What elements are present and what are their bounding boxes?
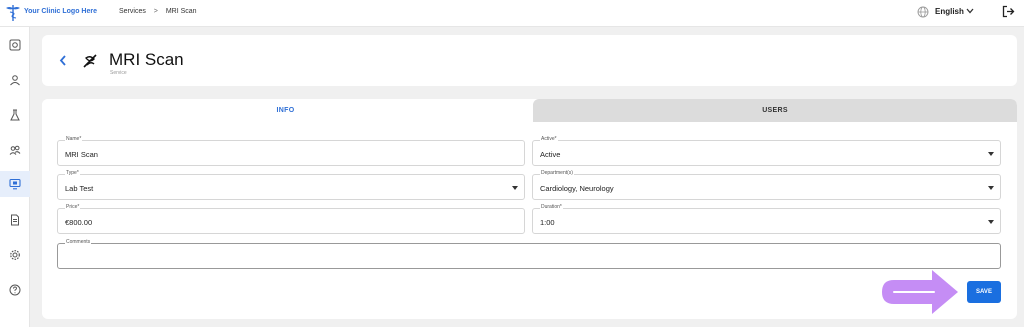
settings-icon — [10, 250, 20, 260]
sidebar — [0, 27, 30, 327]
dropdown-arrow-icon — [988, 220, 994, 224]
back-arrow-icon[interactable] — [59, 55, 67, 66]
globe-icon[interactable] — [917, 6, 929, 18]
page-header: MRI Scan Service — [42, 35, 1017, 86]
tab-users[interactable]: USERS — [533, 99, 1017, 122]
service-form-card: INFO USERS Name* MRI Scan Active* Active… — [42, 99, 1017, 319]
dashboard-icon — [9, 39, 21, 51]
type-value: Lab Test — [65, 184, 94, 193]
user-icon — [10, 75, 20, 86]
logout-icon[interactable] — [1002, 5, 1015, 18]
sidebar-item-help[interactable] — [0, 277, 30, 303]
sidebar-item-settings[interactable] — [0, 242, 30, 268]
breadcrumb-services[interactable]: Services — [119, 8, 146, 15]
type-select[interactable]: Type* Lab Test — [57, 170, 525, 200]
lab-flask-icon — [10, 109, 20, 121]
active-label: Active* — [540, 136, 558, 142]
name-field[interactable]: Name* MRI Scan — [57, 136, 525, 166]
name-label: Name* — [65, 136, 83, 142]
group-icon — [9, 145, 21, 155]
chevron-down-icon[interactable] — [966, 8, 974, 14]
sidebar-item-documents[interactable] — [0, 207, 30, 233]
dropdown-arrow-icon — [988, 152, 994, 156]
caduceus-logo-icon[interactable] — [5, 4, 21, 22]
name-value: MRI Scan — [65, 150, 98, 159]
departments-label: Department(s) — [540, 170, 574, 176]
departments-select[interactable]: Department(s) Cardiology, Neurology — [532, 170, 1001, 200]
document-icon — [11, 214, 19, 226]
comments-label: Comments — [65, 239, 92, 245]
breadcrumb-current: MRI Scan — [165, 8, 197, 15]
sidebar-item-groups[interactable] — [0, 137, 30, 163]
help-icon — [9, 284, 21, 296]
active-select[interactable]: Active* Active — [532, 136, 1001, 166]
tab-info[interactable]: INFO — [42, 99, 529, 122]
services-monitor-icon — [9, 178, 21, 190]
active-value: Active — [540, 150, 561, 159]
sidebar-item-dashboard[interactable] — [0, 32, 30, 58]
sidebar-item-services[interactable] — [0, 171, 30, 197]
departments-value: Cardiology, Neurology — [540, 184, 614, 193]
comments-textarea[interactable]: Comments — [57, 239, 1001, 269]
duration-value: 1:00 — [540, 218, 555, 227]
hint-arrow-icon — [882, 270, 958, 314]
language-selector[interactable]: English — [935, 7, 964, 16]
service-icon — [83, 54, 97, 68]
top-bar: Your Clinic Logo Here Services > MRI Sca… — [0, 0, 1024, 27]
price-field[interactable]: Price* €800.00 — [57, 204, 525, 234]
sidebar-item-lab[interactable] — [0, 102, 30, 128]
page-title: MRI Scan — [109, 50, 184, 69]
page-subtitle: Service — [110, 70, 127, 76]
price-value: €800.00 — [65, 218, 93, 227]
dropdown-arrow-icon — [512, 186, 518, 190]
breadcrumb: Services > MRI Scan — [119, 8, 197, 15]
dropdown-arrow-icon — [988, 186, 994, 190]
price-label: Price* — [65, 204, 81, 210]
sidebar-item-users[interactable] — [0, 67, 30, 93]
duration-label: Duration* — [540, 204, 563, 210]
logo-text[interactable]: Your Clinic Logo Here — [24, 8, 97, 15]
duration-select[interactable]: Duration* 1:00 — [532, 204, 1001, 234]
breadcrumb-separator: > — [153, 8, 158, 15]
type-label: Type* — [65, 170, 80, 176]
save-button[interactable]: SAVE — [967, 281, 1001, 303]
